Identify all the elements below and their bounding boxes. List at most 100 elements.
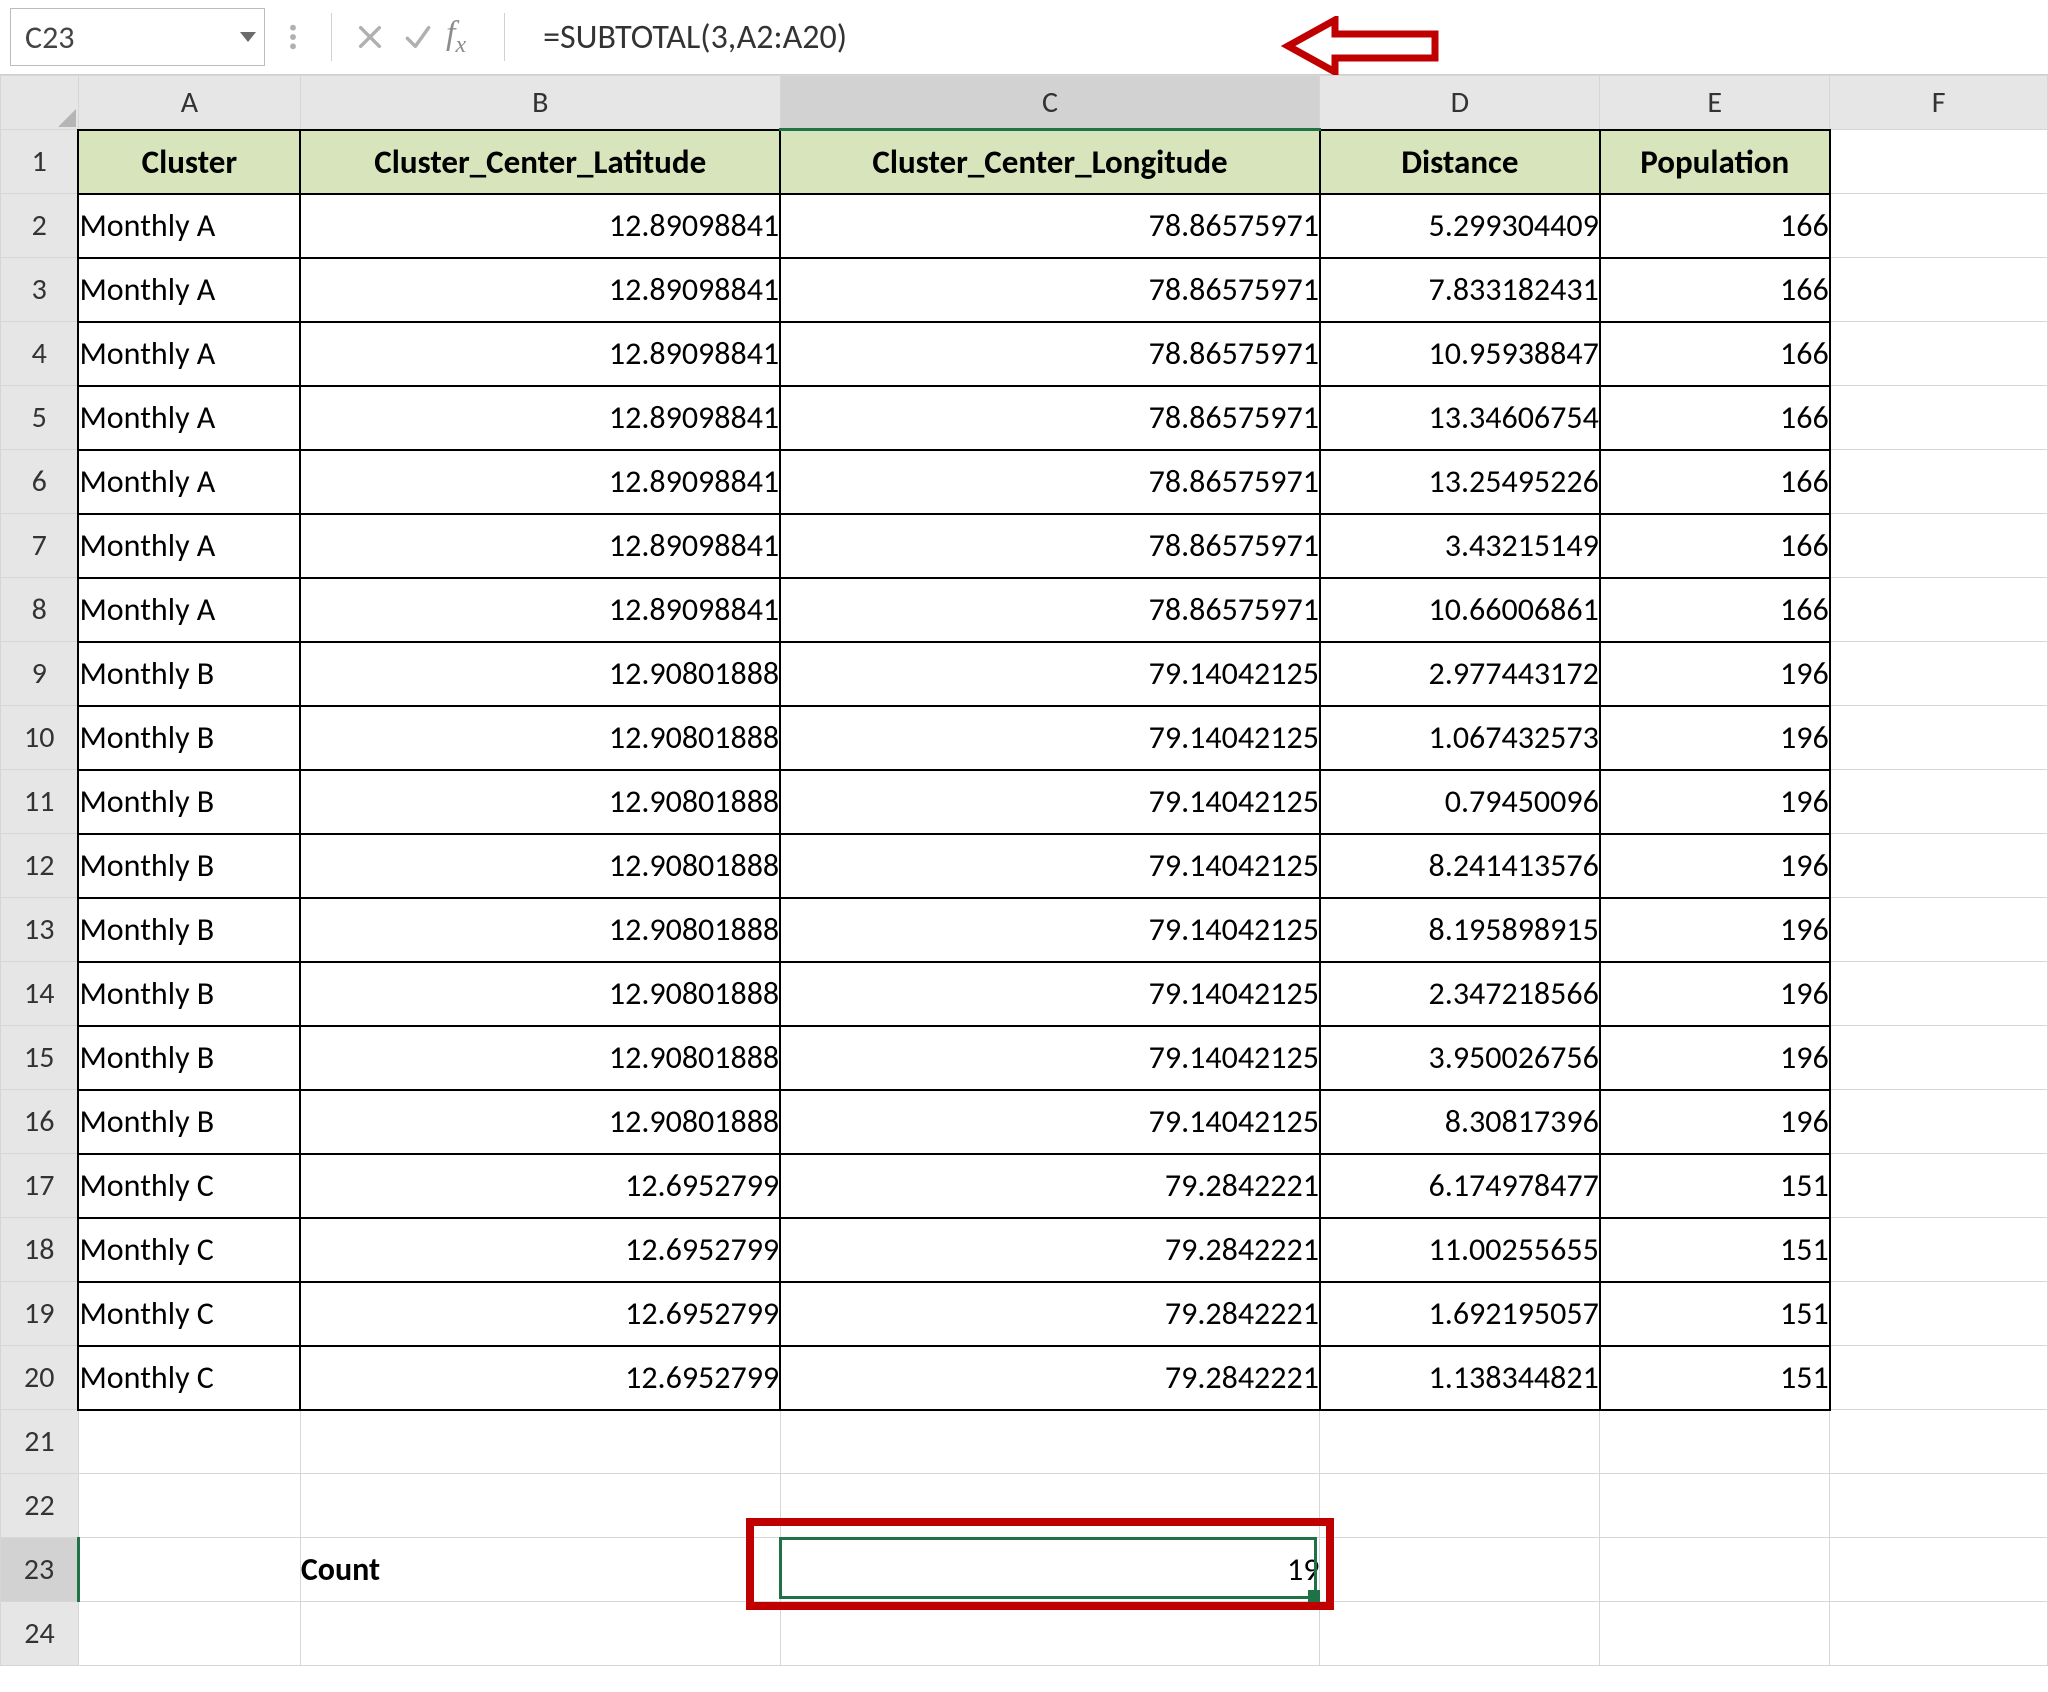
cell[interactable]: 151 (1600, 1218, 1830, 1282)
col-header-B[interactable]: B (300, 76, 780, 130)
cell[interactable]: 3.950026756 (1320, 1026, 1600, 1090)
cell[interactable]: 196 (1600, 834, 1830, 898)
col-header-C[interactable]: C (780, 76, 1320, 130)
cell[interactable]: Monthly B (78, 642, 300, 706)
cell[interactable]: 13.25495226 (1320, 450, 1600, 514)
row-header[interactable]: 19 (1, 1282, 79, 1346)
cell[interactable] (1830, 1538, 2048, 1602)
cell[interactable]: 196 (1600, 642, 1830, 706)
cell[interactable] (1830, 962, 2048, 1026)
cell[interactable]: 12.89098841 (300, 514, 780, 578)
cell[interactable]: 151 (1600, 1346, 1830, 1410)
cell[interactable]: Monthly B (78, 706, 300, 770)
cell[interactable]: 12.6952799 (300, 1218, 780, 1282)
cell[interactable]: Monthly A (78, 194, 300, 258)
cell[interactable]: 1.067432573 (1320, 706, 1600, 770)
cell[interactable] (300, 1410, 780, 1474)
cell[interactable] (1830, 1410, 2048, 1474)
cell[interactable]: 79.14042125 (780, 962, 1320, 1026)
table-header[interactable]: Distance (1320, 130, 1600, 194)
cell[interactable] (1830, 1474, 2048, 1538)
cell[interactable] (1830, 258, 2048, 322)
row-header[interactable]: 18 (1, 1218, 79, 1282)
row-header[interactable]: 11 (1, 770, 79, 834)
cell[interactable] (78, 1410, 300, 1474)
cell[interactable]: 13.34606754 (1320, 386, 1600, 450)
cell[interactable]: 78.86575971 (780, 258, 1320, 322)
cell[interactable] (1830, 642, 2048, 706)
cell[interactable]: 78.86575971 (780, 578, 1320, 642)
cell[interactable] (1830, 1282, 2048, 1346)
cell[interactable] (1830, 1026, 2048, 1090)
row-header[interactable]: 9 (1, 642, 79, 706)
cell[interactable]: Monthly B (78, 770, 300, 834)
cell[interactable]: 79.14042125 (780, 898, 1320, 962)
cell[interactable]: 1.138344821 (1320, 1346, 1600, 1410)
row-header[interactable]: 4 (1, 322, 79, 386)
cell[interactable]: 12.89098841 (300, 578, 780, 642)
cell[interactable]: 12.89098841 (300, 194, 780, 258)
cell[interactable] (300, 1602, 780, 1666)
row-header[interactable]: 8 (1, 578, 79, 642)
row-header[interactable]: 10 (1, 706, 79, 770)
cell[interactable] (1600, 1474, 1830, 1538)
cell[interactable] (1320, 1602, 1600, 1666)
cell[interactable] (1830, 1154, 2048, 1218)
cell[interactable] (1830, 834, 2048, 898)
cell[interactable] (1320, 1410, 1600, 1474)
cell[interactable]: 11.00255655 (1320, 1218, 1600, 1282)
row-header[interactable]: 23 (1, 1538, 79, 1602)
more-icon[interactable] (273, 17, 313, 57)
row-header[interactable]: 2 (1, 194, 79, 258)
cell[interactable]: 79.14042125 (780, 642, 1320, 706)
cell[interactable] (1830, 706, 2048, 770)
cell[interactable]: 78.86575971 (780, 514, 1320, 578)
cell[interactable]: 79.14042125 (780, 834, 1320, 898)
cell[interactable]: 196 (1600, 1090, 1830, 1154)
cell[interactable]: 196 (1600, 898, 1830, 962)
cell[interactable] (300, 1474, 780, 1538)
cell[interactable]: 166 (1600, 514, 1830, 578)
cell[interactable]: Monthly C (78, 1346, 300, 1410)
cell[interactable]: Monthly A (78, 578, 300, 642)
cell[interactable] (1830, 1602, 2048, 1666)
cell[interactable]: Monthly B (78, 1090, 300, 1154)
cell[interactable]: 12.6952799 (300, 1346, 780, 1410)
cell[interactable]: 79.14042125 (780, 1090, 1320, 1154)
cell[interactable]: 79.2842221 (780, 1154, 1320, 1218)
table-header[interactable]: Population (1600, 130, 1830, 194)
selected-cell[interactable]: 19 (780, 1538, 1320, 1602)
cell[interactable]: 78.86575971 (780, 450, 1320, 514)
spreadsheet-grid[interactable]: A B C D E F 1 Cluster Cluster_Center_Lat… (0, 75, 2048, 1666)
count-label-cell[interactable]: Count (300, 1538, 780, 1602)
cell[interactable] (1830, 450, 2048, 514)
cell[interactable]: 79.2842221 (780, 1218, 1320, 1282)
cell[interactable]: 0.79450096 (1320, 770, 1600, 834)
cell[interactable]: 12.89098841 (300, 450, 780, 514)
cell[interactable]: 3.43215149 (1320, 514, 1600, 578)
table-header[interactable]: Cluster_Center_Latitude (300, 130, 780, 194)
cell[interactable]: 78.86575971 (780, 194, 1320, 258)
cell[interactable]: 151 (1600, 1154, 1830, 1218)
cell[interactable]: Monthly A (78, 450, 300, 514)
cell[interactable]: 196 (1600, 770, 1830, 834)
cell[interactable]: 78.86575971 (780, 322, 1320, 386)
col-header-D[interactable]: D (1320, 76, 1600, 130)
cell[interactable] (1320, 1474, 1600, 1538)
cell[interactable] (1830, 322, 2048, 386)
cell[interactable]: Monthly B (78, 1026, 300, 1090)
cell[interactable] (1830, 130, 2048, 194)
cell[interactable]: 12.89098841 (300, 258, 780, 322)
cell[interactable]: 12.90801888 (300, 706, 780, 770)
cell[interactable]: 78.86575971 (780, 386, 1320, 450)
cell[interactable]: 12.90801888 (300, 962, 780, 1026)
cell[interactable]: Monthly A (78, 386, 300, 450)
row-header[interactable]: 16 (1, 1090, 79, 1154)
cell[interactable]: Monthly A (78, 514, 300, 578)
row-header[interactable]: 12 (1, 834, 79, 898)
row-header[interactable]: 17 (1, 1154, 79, 1218)
row-header[interactable]: 15 (1, 1026, 79, 1090)
name-box[interactable]: C23 (10, 8, 265, 66)
cell[interactable]: 196 (1600, 706, 1830, 770)
cell[interactable]: 8.30817396 (1320, 1090, 1600, 1154)
